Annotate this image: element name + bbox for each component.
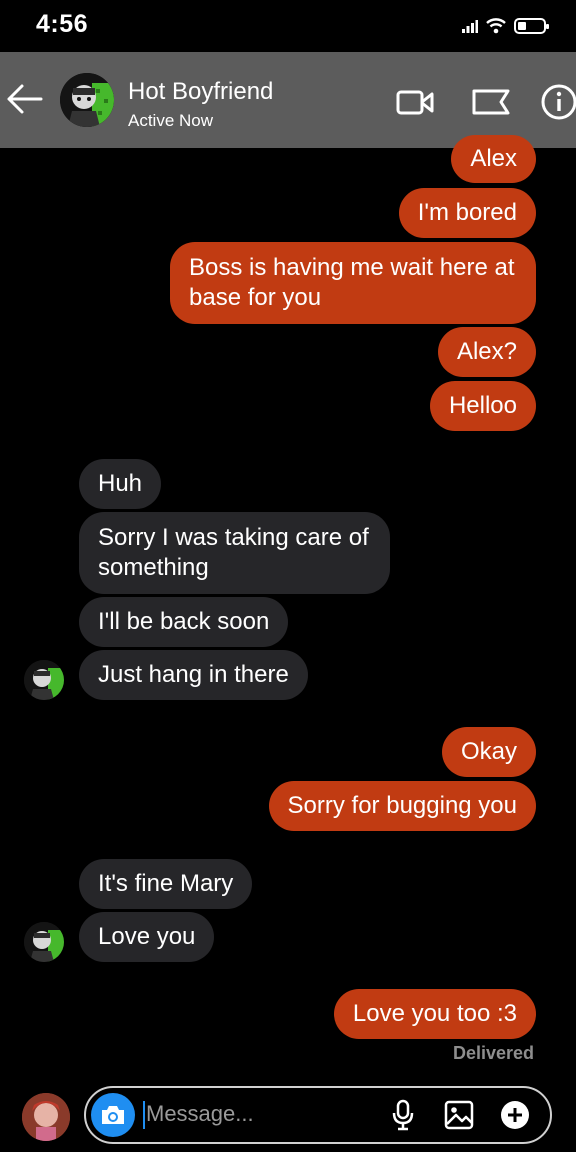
delivered-status: Delivered	[452, 1043, 534, 1063]
message-sent: Boss is having me wait here at base for …	[170, 242, 536, 324]
contact-avatar-small	[24, 922, 64, 962]
status-time: 4:56	[36, 10, 89, 38]
contact-active-status: Active Now	[128, 111, 214, 130]
contact-avatar[interactable]	[60, 73, 114, 127]
status-bar: 4:56	[0, 0, 576, 52]
microphone-icon	[392, 1099, 414, 1131]
message-received: Love you	[79, 912, 215, 962]
signal-icon	[462, 20, 478, 33]
microphone-button[interactable]	[386, 1097, 420, 1133]
camera-icon	[102, 1106, 124, 1124]
message-sent: Okay	[441, 727, 536, 777]
gallery-button[interactable]	[442, 1097, 476, 1133]
camera-button[interactable]	[91, 1093, 135, 1137]
message-received: Just hang in there	[79, 650, 308, 700]
gallery-icon	[444, 1100, 474, 1130]
message-composer	[84, 1086, 552, 1144]
message-sent: Alex?	[437, 327, 536, 377]
message-sent: I'm bored	[398, 188, 536, 238]
contact-avatar-small	[24, 660, 64, 700]
message-received: I'll be back soon	[79, 597, 289, 647]
back-arrow-icon[interactable]	[4, 82, 44, 116]
message-sent: Helloo	[429, 381, 536, 431]
info-icon[interactable]	[539, 82, 576, 122]
message-sent: Alex	[451, 135, 536, 183]
message-received: Sorry I was taking care of something	[79, 512, 390, 594]
text-cursor	[143, 1101, 145, 1129]
battery-icon	[514, 18, 549, 34]
contact-name[interactable]: Hot Boyfriend	[128, 78, 273, 106]
video-call-icon[interactable]	[395, 82, 435, 122]
add-button[interactable]	[498, 1097, 532, 1133]
chat-header: Hot Boyfriend Active Now	[0, 52, 576, 148]
message-sent: Love you too :3	[333, 989, 536, 1039]
user-avatar[interactable]	[22, 1093, 70, 1141]
flag-icon[interactable]	[470, 82, 510, 122]
message-received: Huh	[79, 459, 162, 509]
message-input[interactable]	[146, 1096, 366, 1132]
add-icon	[501, 1101, 529, 1129]
message-received: It's fine Mary	[79, 859, 253, 909]
message-sent: Sorry for bugging you	[268, 781, 536, 831]
status-icons	[462, 14, 549, 38]
wifi-icon	[486, 18, 506, 34]
